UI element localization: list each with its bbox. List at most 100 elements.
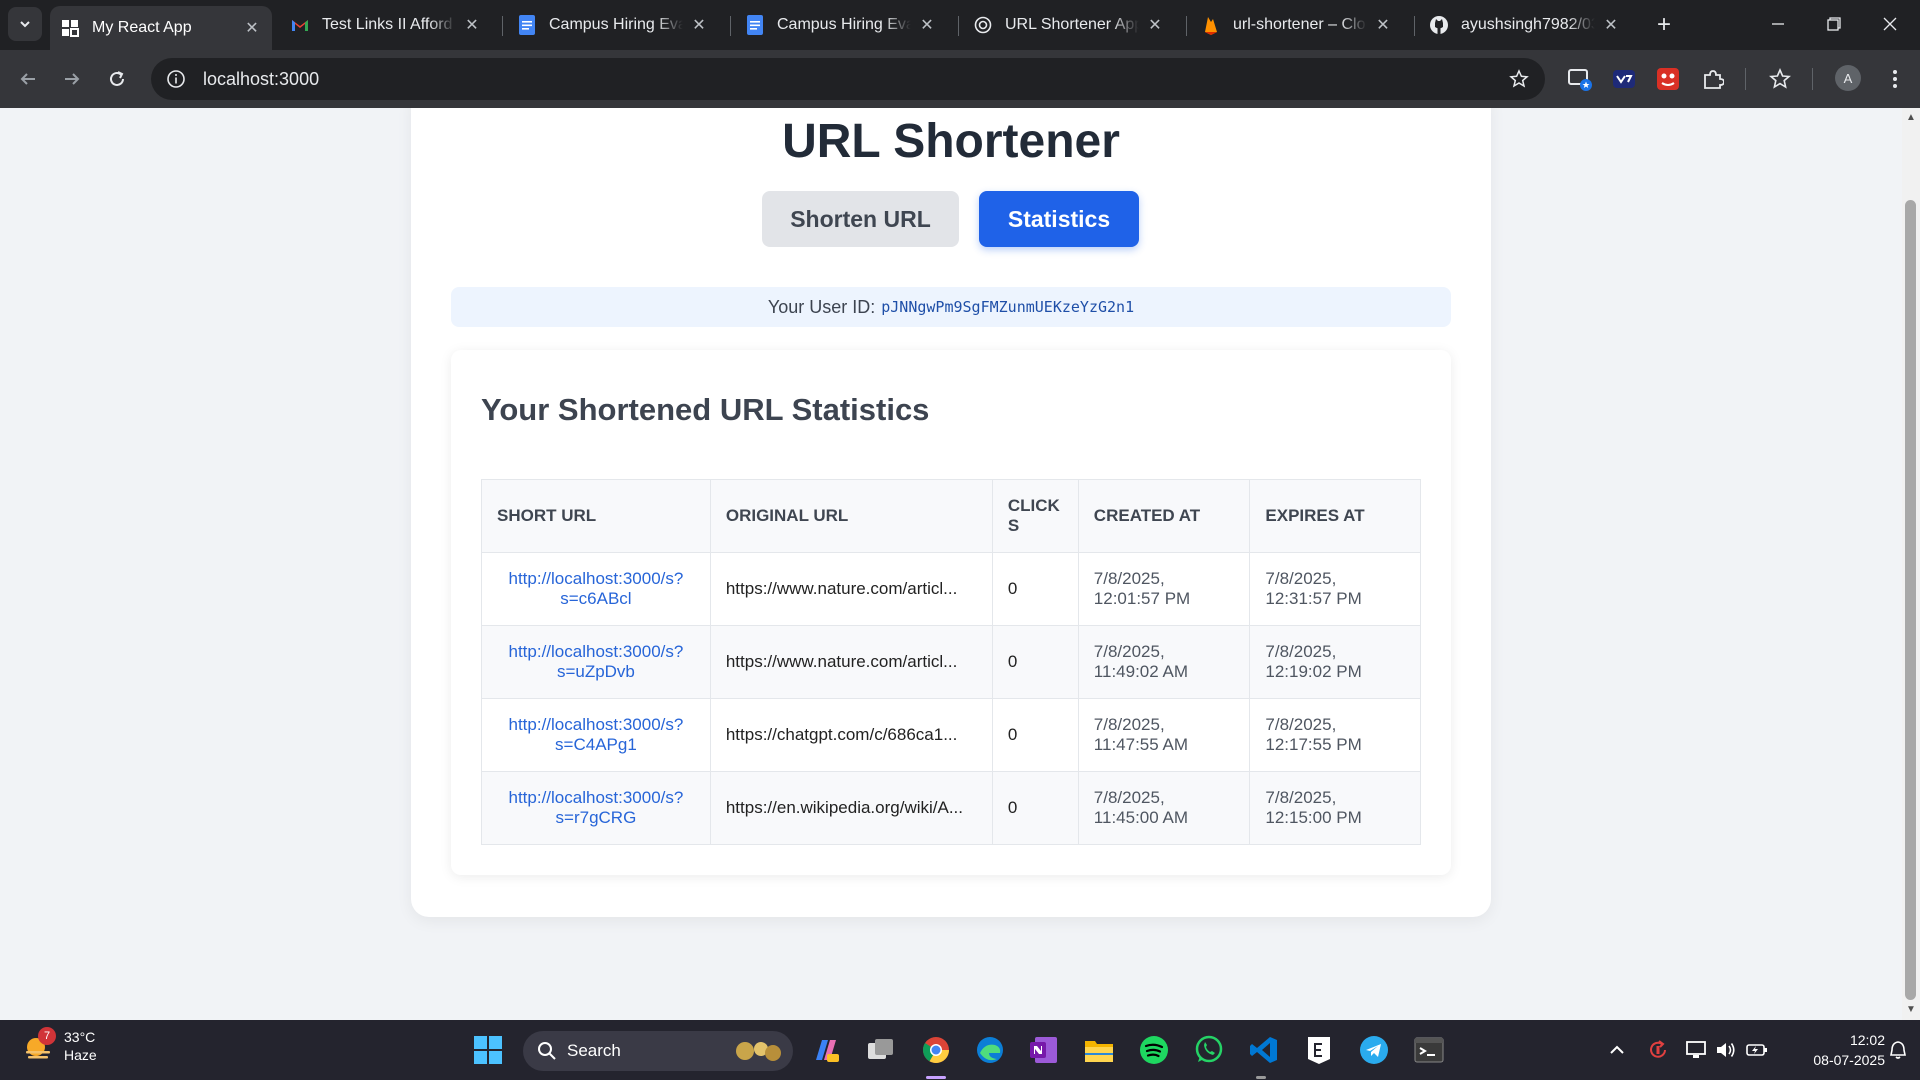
site-info-icon[interactable] <box>165 68 187 90</box>
file-explorer-icon[interactable] <box>1081 1032 1117 1068</box>
extensions-puzzle-icon[interactable] <box>1698 64 1728 94</box>
column-header-expires-at: EXPIRES AT <box>1249 479 1421 553</box>
tab-separator <box>1414 16 1415 36</box>
restore-button[interactable] <box>1814 8 1854 40</box>
close-icon[interactable]: ✕ <box>1145 15 1165 35</box>
short-url-text: s=C4APg1 <box>555 735 637 754</box>
start-button[interactable] <box>470 1032 506 1068</box>
reload-button[interactable] <box>101 63 133 95</box>
close-icon[interactable]: ✕ <box>462 15 482 35</box>
sync-icon[interactable] <box>1646 1038 1670 1062</box>
google-docs-icon <box>745 15 765 35</box>
address-bar[interactable]: localhost:3000 <box>151 58 1545 100</box>
close-icon[interactable]: ✕ <box>689 15 709 35</box>
browser-tab-bar: My React App ✕ Test Links II Afford Medi… <box>0 0 1920 50</box>
battery-icon[interactable] <box>1745 1038 1769 1062</box>
search-highlight-icon <box>736 1042 781 1061</box>
close-icon[interactable]: ✕ <box>1373 15 1393 35</box>
back-button[interactable] <box>12 63 44 95</box>
task-view-icon[interactable] <box>863 1032 899 1068</box>
tab-url-shortener-design[interactable]: URL Shortener App Design ✕ <box>963 6 1175 44</box>
spotify-app-icon[interactable] <box>1136 1032 1172 1068</box>
short-url-link[interactable]: http://localhost:3000/s? s=r7gCRG <box>481 771 711 845</box>
copilot-app-icon[interactable] <box>808 1032 844 1068</box>
show-hidden-icons-chevron-up-icon[interactable] <box>1605 1038 1629 1062</box>
time-text: 12:01:57 PM <box>1093 589 1191 608</box>
close-icon <box>1883 17 1897 31</box>
new-tab-button[interactable]: + <box>1650 11 1678 39</box>
weather-widget[interactable]: 7 33°C Haze <box>22 1027 97 1064</box>
user-id-label: Your User ID: <box>767 296 876 317</box>
minimize-button[interactable] <box>1758 8 1798 40</box>
original-url-text: https://en.wikipedia.org/wiki/A... <box>725 798 964 817</box>
onenote-app-icon[interactable] <box>1026 1032 1062 1068</box>
forward-button[interactable] <box>56 63 88 95</box>
close-icon[interactable]: ✕ <box>242 18 262 38</box>
created-at-cell: 7/8/2025, 11:49:02 AM <box>1077 625 1251 699</box>
search-icon <box>538 1042 556 1060</box>
whatsapp-app-icon[interactable] <box>1191 1032 1227 1068</box>
red-extension-icon[interactable] <box>1653 64 1683 94</box>
short-url-link[interactable]: http://localhost:3000/s? s=C4APg1 <box>481 698 711 772</box>
taskbar-search-box[interactable]: Search <box>523 1031 793 1071</box>
short-url-link[interactable]: http://localhost:3000/s? s=uZpDvb <box>481 625 711 699</box>
table-row: http://localhost:3000/s? s=c6ABcl https:/… <box>481 552 1421 626</box>
clicks-cell: 0 <box>991 552 1079 626</box>
tab-title: Campus Hiring Evaluation <box>549 16 683 33</box>
original-url-cell: https://www.nature.com/articl... <box>709 625 993 699</box>
tab-campus-hiring-2[interactable]: Campus Hiring Evaluation ✕ <box>735 6 947 44</box>
tab-title: url-shortener – Cloud Firestore <box>1233 16 1367 33</box>
original-url-text: https://www.nature.com/articl... <box>725 579 958 598</box>
date-text: 7/8/2025, <box>1093 715 1165 734</box>
epic-games-icon[interactable] <box>1301 1032 1337 1068</box>
tab-title: ayushsingh7982/030 <box>1461 16 1595 33</box>
scroll-down-arrow-icon[interactable]: ▼ <box>1905 1004 1917 1016</box>
tab-separator <box>502 16 503 36</box>
vpn-extension-icon[interactable] <box>1609 64 1639 94</box>
close-icon[interactable]: ✕ <box>917 15 937 35</box>
tab-gmail[interactable]: Test Links II Afford Medical ✕ <box>280 6 492 44</box>
tab-my-react-app[interactable]: My React App ✕ <box>50 6 272 50</box>
short-url-text: http://localhost:3000/s? <box>508 569 684 588</box>
short-url-link[interactable]: http://localhost:3000/s? s=c6ABcl <box>481 552 711 626</box>
browser-toolbar: localhost:3000 <box>0 50 1920 108</box>
table-row: http://localhost:3000/s? s=r7gCRG https:/… <box>481 771 1421 845</box>
openai-icon <box>973 15 993 35</box>
network-icon[interactable] <box>1684 1038 1708 1062</box>
scrollbar-thumb[interactable] <box>1905 200 1916 1000</box>
menu-kebab-icon[interactable] <box>1880 64 1910 94</box>
column-header-original-url: ORIGINAL URL <box>709 479 993 553</box>
close-window-button[interactable] <box>1870 8 1910 40</box>
original-url-cell: https://www.nature.com/articl... <box>709 552 993 626</box>
statistics-button[interactable]: Statistics <box>979 191 1139 247</box>
page-viewport: URL Shortener Shorten URL Statistics You… <box>0 108 1902 1020</box>
toolbar-divider <box>1745 68 1746 90</box>
taskbar-clock[interactable]: 12:02 08-07-2025 <box>1770 1030 1885 1070</box>
tab-campus-hiring-1[interactable]: Campus Hiring Evaluation ✕ <box>507 6 719 44</box>
bookmark-star-icon[interactable] <box>1507 67 1531 91</box>
edge-app-icon[interactable] <box>972 1032 1008 1068</box>
notification-bell-icon[interactable] <box>1886 1038 1910 1062</box>
short-url-text: http://localhost:3000/s? <box>508 642 684 661</box>
date-text: 7/8/2025, <box>1265 715 1337 734</box>
telegram-app-icon[interactable] <box>1356 1032 1392 1068</box>
clicks-cell: 0 <box>991 771 1079 845</box>
scroll-up-arrow-icon[interactable]: ▲ <box>1905 112 1917 124</box>
terminal-app-icon[interactable] <box>1411 1032 1447 1068</box>
table-row: http://localhost:3000/s? s=C4APg1 https:/… <box>481 698 1421 772</box>
tab-firestore[interactable]: url-shortener – Cloud Firestore ✕ <box>1191 6 1403 44</box>
vscode-app-icon[interactable] <box>1246 1032 1282 1068</box>
profile-avatar[interactable]: A <box>1835 65 1861 91</box>
tab-github[interactable]: ayushsingh7982/030 ✕ <box>1419 6 1631 44</box>
tab-groups-extension-icon[interactable] <box>1565 64 1595 94</box>
bookmarks-star-icon[interactable] <box>1765 64 1795 94</box>
close-icon[interactable]: ✕ <box>1601 15 1621 35</box>
react-app-icon <box>60 18 80 38</box>
chrome-app-icon[interactable] <box>918 1032 954 1068</box>
weather-haze-icon: 7 <box>22 1027 56 1063</box>
tab-search-button[interactable] <box>8 7 42 41</box>
column-header-short-url: SHORT URL <box>481 479 711 553</box>
shorten-url-button[interactable]: Shorten URL <box>762 191 959 247</box>
reload-icon <box>110 71 124 86</box>
volume-icon[interactable] <box>1714 1038 1738 1062</box>
